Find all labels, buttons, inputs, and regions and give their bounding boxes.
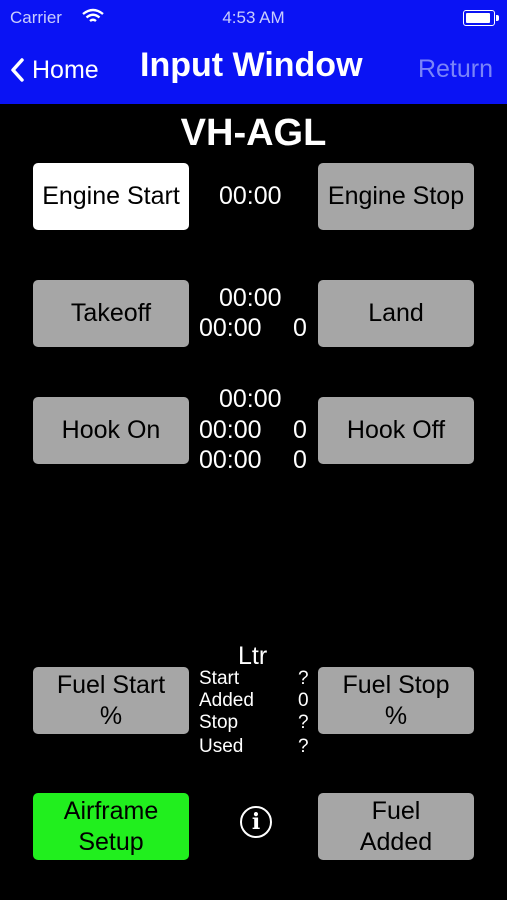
hook-time: 00:00	[199, 416, 262, 444]
fuel-stop-value: ?	[298, 712, 309, 733]
fuel-added-label-2: Added	[359, 827, 433, 856]
fuel-stop-label-row: Stop	[199, 712, 239, 733]
chevron-left-icon	[11, 58, 24, 82]
battery-icon	[463, 10, 499, 26]
fuel-start-label: Fuel Start	[56, 670, 166, 699]
fuel-used-label-row: Used	[199, 736, 244, 757]
return-button[interactable]: Return	[418, 55, 493, 84]
clock: 4:53 AM	[222, 8, 285, 27]
airframe-setup-button[interactable]: Airframe Setup	[33, 793, 189, 860]
fuel-stop-button[interactable]: Fuel Stop %	[318, 667, 474, 734]
engine-start-button[interactable]: Engine Start	[33, 163, 189, 230]
land-button[interactable]: Land	[318, 280, 474, 347]
fuel-added-value: 0	[298, 690, 309, 711]
fuel-added-label-row: Added	[199, 690, 254, 711]
fuel-added-label-1: Fuel	[371, 796, 421, 825]
hook-total-time: 00:00	[199, 446, 262, 474]
airframe-label: Airframe	[63, 796, 159, 825]
fuel-stop-percent: %	[384, 701, 408, 730]
fuel-start-label-row: Start	[199, 668, 240, 689]
info-icon[interactable]: i	[240, 806, 272, 838]
hook-off-button[interactable]: Hook Off	[318, 397, 474, 464]
hook-on-button[interactable]: Hook On	[33, 397, 189, 464]
hook-count: 0	[293, 416, 307, 444]
engine-stop-button[interactable]: Engine Stop	[318, 163, 474, 230]
flight-time: 00:00	[199, 314, 262, 342]
fuel-unit: Ltr	[238, 642, 268, 670]
hook-on-time: 00:00	[219, 385, 282, 413]
takeoff-button[interactable]: Takeoff	[33, 280, 189, 347]
navigation-bar: Home Input Window Return	[0, 36, 507, 104]
fuel-start-value: ?	[298, 668, 309, 689]
status-bar: Carrier 4:53 AM	[0, 0, 507, 36]
home-label: Home	[32, 55, 99, 84]
home-back-button[interactable]: Home	[10, 52, 99, 88]
hook-total-count: 0	[293, 446, 307, 474]
fuel-stop-label: Fuel Stop	[342, 670, 450, 699]
fuel-start-percent: %	[99, 701, 123, 730]
fuel-start-button[interactable]: Fuel Start %	[33, 667, 189, 734]
fuel-used-value: ?	[298, 736, 309, 757]
setup-label: Setup	[78, 827, 144, 856]
engine-time: 00:00	[219, 182, 282, 210]
page-title: Input Window	[140, 46, 363, 84]
aircraft-registration: VH-AGL	[180, 112, 327, 154]
takeoff-time: 00:00	[219, 284, 282, 312]
landing-count: 0	[293, 314, 307, 342]
fuel-added-button[interactable]: Fuel Added	[318, 793, 474, 860]
